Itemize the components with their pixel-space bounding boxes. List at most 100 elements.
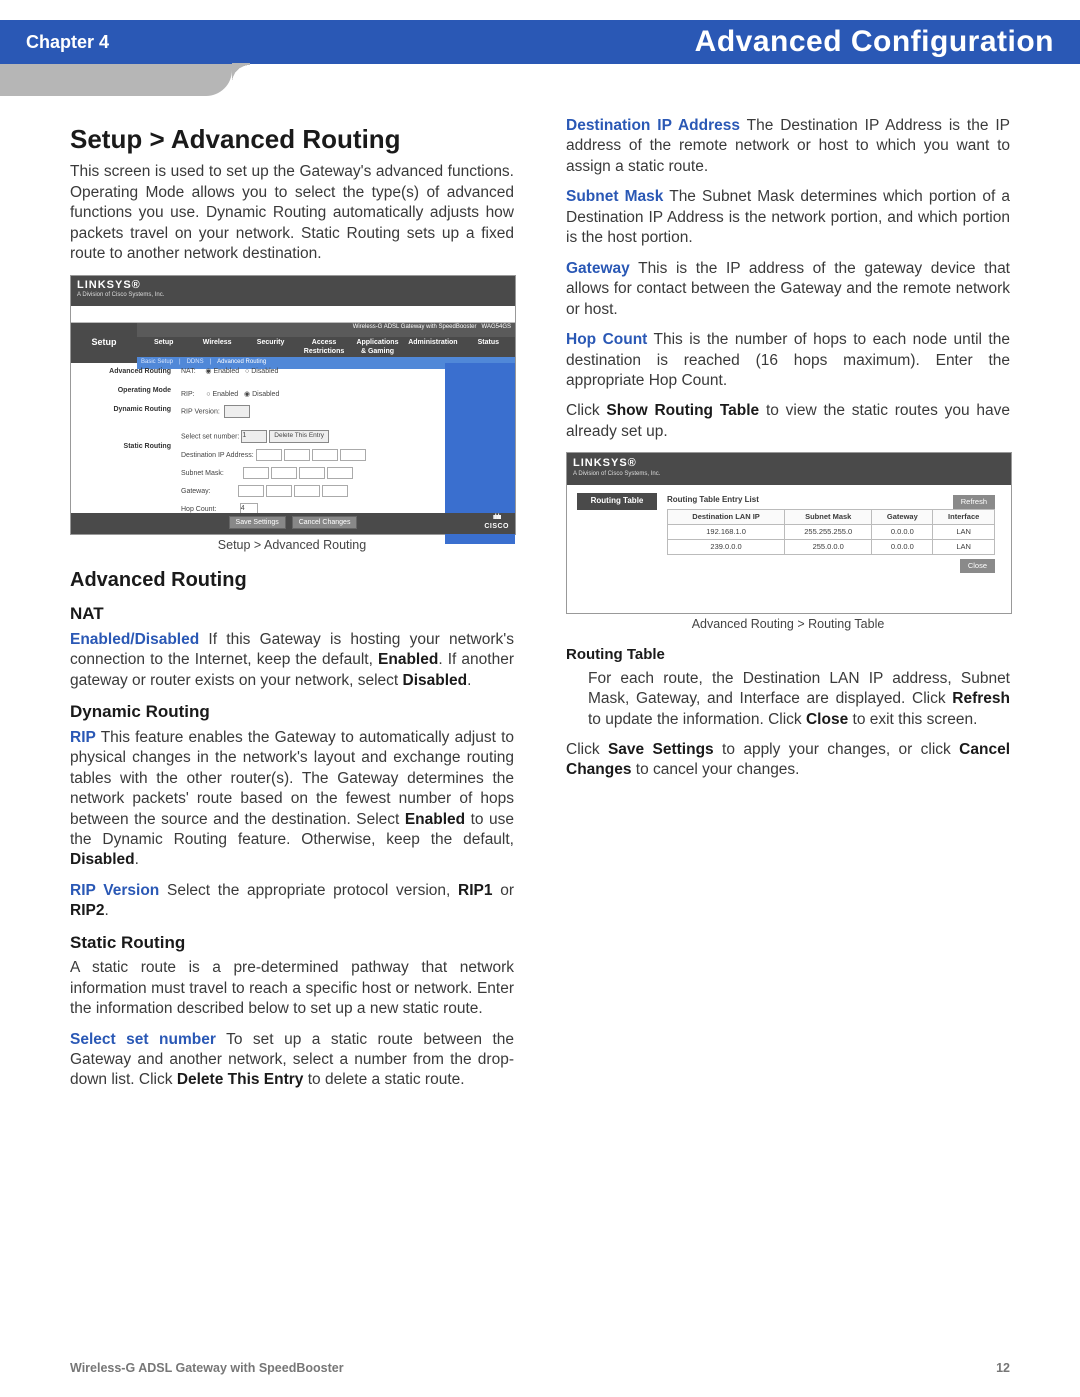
rip-bold-enabled: Enabled [405,811,465,828]
term-subnet-mask: Subnet Mask [566,188,663,205]
th-destlanip: Destination LAN IP [668,510,785,525]
footer-page: 12 [996,1361,1010,1375]
cell: LAN [933,525,995,540]
fig2-leftcol: Routing Table [567,485,667,603]
header-tab-decoration [0,64,232,96]
gw-3[interactable] [294,485,320,497]
static-paragraph-1: A static route is a pre-determined pathw… [70,958,514,1019]
gw-1[interactable] [238,485,264,497]
content-columns: Setup > Advanced Routing This screen is … [70,112,1010,1337]
fig1-brand-text: LINKSYS® [77,279,141,291]
fig1-buttonbar: Save Settings Cancel Changes ıılıılııCIS… [71,513,515,534]
fig2-tablewrap: Routing Table Entry List Refresh Destina… [667,485,1011,603]
tab-wireless[interactable]: Wireless [194,338,239,356]
select-set-paragraph: Select set number To set up a static rou… [70,1030,514,1091]
tab-security[interactable]: Security [248,338,293,356]
lbl-adv-routing: Advanced Routing [75,367,171,376]
subnet-4[interactable] [327,467,353,479]
destip-4[interactable] [340,449,366,461]
subnet-2[interactable] [271,467,297,479]
destip-3[interactable] [312,449,338,461]
destip-1[interactable] [256,449,282,461]
rip-enabled-text: Enabled [212,391,238,398]
show-bold: Show Routing Table [606,402,759,419]
show-text-a: Click [566,402,606,419]
h4-dynamic-routing: Dynamic Routing [70,701,514,723]
right-column: Destination IP Address The Destination I… [566,112,1010,1337]
table-row: 192.168.1.0 255.255.255.0 0.0.0.0 LAN [668,525,995,540]
row-selset: Select set number: 1 Delete This Entry [181,430,439,443]
cell: LAN [933,540,995,555]
subnet-paragraph: Subnet Mask The Subnet Mask determines w… [566,187,1010,248]
routing-table-paragraph: For each route, the Destination LAN IP a… [566,669,1010,730]
h3-advanced-routing: Advanced Routing [70,567,514,593]
subnet-3[interactable] [299,467,325,479]
rip-bold-disabled: Disabled [70,851,135,868]
fig1-model-no: WAG54GS [482,324,511,330]
tab-admin[interactable]: Administration [408,338,457,356]
save-paragraph: Click Save Settings to apply your change… [566,740,1010,781]
row-nat: NAT: Enabled Disabled [181,367,439,376]
rt-text-b: to update the information. Click [588,711,806,728]
tab-access[interactable]: Access Restrictions [301,338,346,356]
table-row: 239.0.0.0 255.0.0.0 0.0.0.0 LAN [668,540,995,555]
term-hop-count: Hop Count [566,331,647,348]
tab-setup[interactable]: Setup [141,338,186,356]
cell: 239.0.0.0 [668,540,785,555]
fig1-menu-setup[interactable]: Setup [71,323,137,363]
sel-text-b: to delete a static route. [303,1071,464,1088]
nat-disabled-text: Disabled [251,368,278,375]
page-header: Chapter 4 Advanced Configuration [0,20,1080,64]
save-text-c: to cancel your changes. [631,761,799,778]
destip-label: Destination IP Address: [181,452,254,459]
refresh-button[interactable]: Refresh [953,495,995,509]
gw-4[interactable] [322,485,348,497]
subnet-1[interactable] [243,467,269,479]
fig2-tab: Routing Table [577,493,657,510]
footer-product: Wireless-G ADSL Gateway with SpeedBooste… [70,1361,344,1375]
cell: 255.0.0.0 [785,540,872,555]
selset-select[interactable]: 1 [241,430,267,443]
nat-paragraph: Enabled/Disabled If this Gateway is host… [70,630,514,691]
ripv-text-b: . [104,902,108,919]
tab-status[interactable]: Status [466,338,511,356]
rip-disabled-radio[interactable] [244,391,252,398]
delete-entry-button[interactable]: Delete This Entry [269,430,329,443]
destip-paragraph: Destination IP Address The Destination I… [566,116,1010,177]
gw-label: Gateway: [181,488,211,495]
fig1-nav: Setup Wireless-G ADSL Gateway with Speed… [71,323,515,363]
gw-2[interactable] [266,485,292,497]
row-destip: Destination IP Address: [181,449,439,461]
nat-enabled-text: Enabled [213,368,239,375]
rt-text-c: to exit this screen. [848,711,977,728]
left-column: Setup > Advanced Routing This screen is … [70,112,514,1337]
ripv-select[interactable] [224,405,250,418]
save-settings-button[interactable]: Save Settings [229,516,286,529]
term-enabled-disabled: Enabled/Disabled [70,631,199,648]
cell: 192.168.1.0 [668,525,785,540]
close-button[interactable]: Close [960,559,995,573]
row-ripv: RIP Version: [181,405,439,418]
section-setup-advanced-routing: Setup > Advanced Routing [70,122,514,156]
intro-paragraph: This screen is used to set up the Gatewa… [70,162,514,264]
lbl-static-routing: Static Routing [75,442,171,451]
h4-static-routing: Static Routing [70,932,514,954]
row-rip: RIP: Enabled Disabled [181,390,439,399]
destip-2[interactable] [284,449,310,461]
fig1-brand: LINKSYS® A Division of Cisco Systems, In… [71,276,515,306]
h5-routing-table: Routing Table [566,645,1010,665]
fig2-list-label: Routing Table Entry List [667,495,759,506]
th-subnet: Subnet Mask [785,510,872,525]
rip-text-c: . [135,851,139,868]
table-header-row: Destination LAN IP Subnet Mask Gateway I… [668,510,995,525]
rip-disabled-text: Disabled [252,391,279,398]
tab-apps[interactable]: Applications & Gaming [355,338,400,356]
fig2-btns: Close [667,559,995,573]
cisco-logo: ıılıılııCISCO [484,513,509,531]
fig2-wrap: Routing Table Routing Table Entry List R… [567,485,1011,603]
ripv-label: RIP Version: [181,408,220,415]
fig1-navbar: Wireless-G ADSL Gateway with SpeedBooste… [137,323,515,363]
show-routing-paragraph: Click Show Routing Table to view the sta… [566,401,1010,442]
cancel-changes-button[interactable]: Cancel Changes [292,516,358,529]
th-interface: Interface [933,510,995,525]
